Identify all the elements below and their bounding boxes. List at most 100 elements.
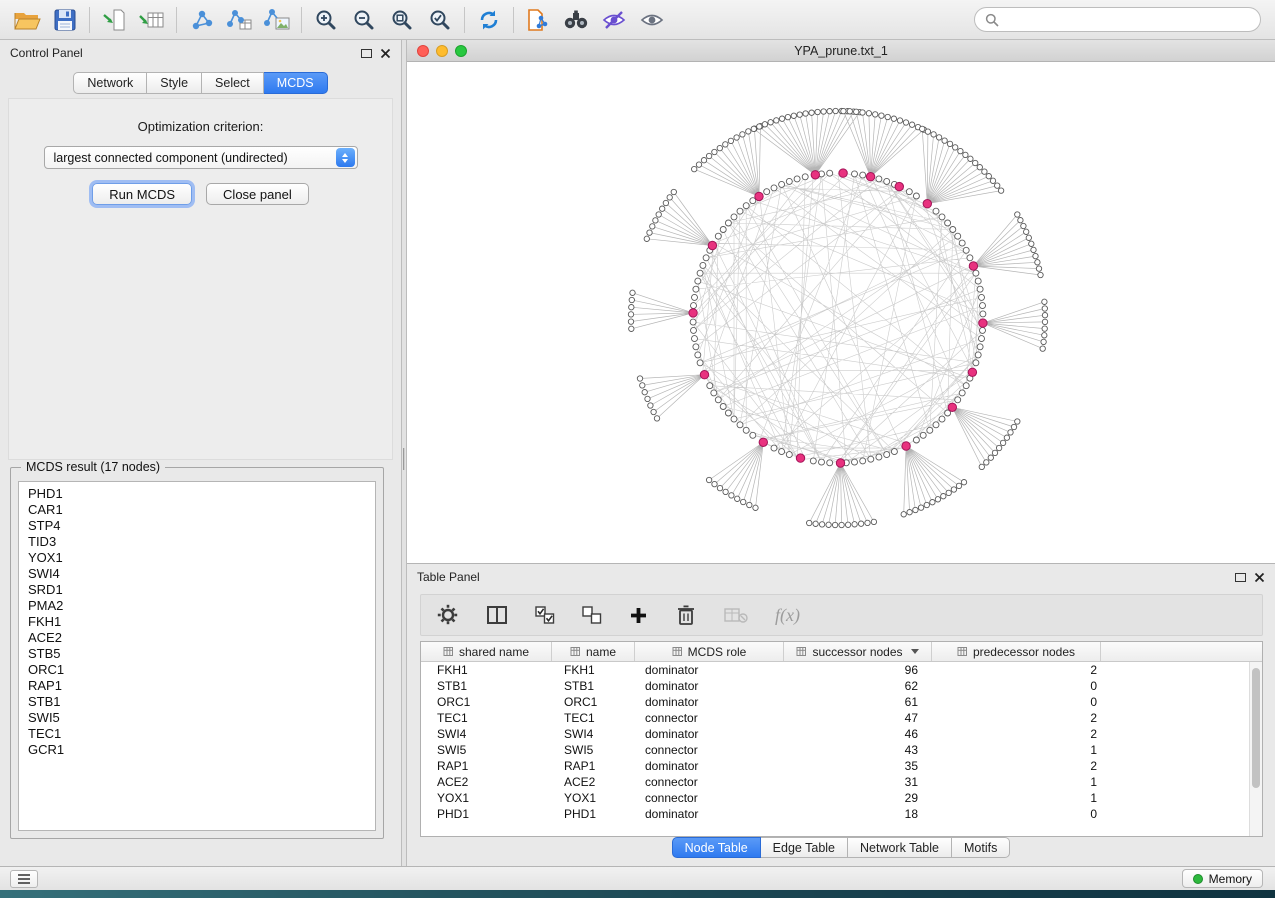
graph-node[interactable]	[746, 129, 751, 134]
table-row[interactable]: ACE2ACE2connector311	[421, 774, 1249, 790]
graph-node[interactable]	[967, 255, 973, 261]
graph-node[interactable]	[764, 189, 770, 195]
graph-node[interactable]	[629, 305, 634, 310]
mcds-result-item[interactable]: TEC1	[19, 726, 375, 742]
mcds-result-item[interactable]: SWI4	[19, 566, 375, 582]
graph-node[interactable]	[692, 166, 697, 171]
graph-node[interactable]	[977, 165, 982, 170]
graph-node[interactable]	[771, 445, 777, 451]
graph-node[interactable]	[1024, 229, 1029, 234]
graph-node[interactable]	[827, 109, 832, 114]
graph-node[interactable]	[961, 480, 966, 485]
graph-node[interactable]	[751, 126, 756, 131]
mcds-result-item[interactable]: CAR1	[19, 502, 375, 518]
graph-node[interactable]	[821, 109, 826, 114]
graph-node[interactable]	[648, 403, 653, 408]
graph-node[interactable]	[693, 286, 699, 292]
graph-node[interactable]	[743, 203, 749, 209]
graph-node[interactable]	[975, 278, 981, 284]
table-row[interactable]: TEC1TEC1connector472	[421, 710, 1249, 726]
graph-node[interactable]	[884, 178, 890, 184]
graph-node[interactable]	[854, 109, 859, 114]
graph-hub-node[interactable]	[836, 459, 844, 467]
add-row-button[interactable]	[629, 606, 648, 625]
graph-node[interactable]	[847, 109, 852, 114]
graph-node[interactable]	[995, 183, 1000, 188]
graph-node[interactable]	[973, 270, 979, 276]
network-from-table-button[interactable]	[220, 4, 258, 36]
graph-node[interactable]	[1042, 313, 1047, 318]
graph-node[interactable]	[979, 336, 985, 342]
column-header-successor-nodes[interactable]: successor nodes	[784, 642, 932, 661]
column-header-name[interactable]: name	[552, 642, 635, 661]
search-box[interactable]	[974, 7, 1261, 32]
tab-network[interactable]: Network	[73, 72, 147, 94]
graph-node[interactable]	[741, 499, 746, 504]
graph-hub-node[interactable]	[839, 169, 847, 177]
graph-node[interactable]	[813, 521, 818, 526]
graph-node[interactable]	[791, 113, 796, 118]
graph-node[interactable]	[865, 520, 870, 525]
show-panel-button[interactable]	[10, 870, 38, 888]
graph-node[interactable]	[977, 286, 983, 292]
graph-node[interactable]	[852, 171, 858, 177]
graph-node[interactable]	[671, 189, 676, 194]
graph-node[interactable]	[956, 483, 961, 488]
graph-node[interactable]	[906, 189, 912, 195]
graph-node[interactable]	[913, 507, 918, 512]
graph-node[interactable]	[935, 497, 940, 502]
graph-node[interactable]	[876, 454, 882, 460]
graph-node[interactable]	[977, 344, 983, 350]
graph-node[interactable]	[839, 522, 844, 527]
graph-node[interactable]	[637, 376, 642, 381]
run-mcds-button[interactable]: Run MCDS	[92, 183, 192, 205]
tab-edge-table[interactable]: Edge Table	[761, 837, 848, 858]
mcds-result-item[interactable]: RAP1	[19, 678, 375, 694]
graph-node[interactable]	[785, 114, 790, 119]
float-panel-icon[interactable]	[1235, 573, 1246, 582]
deselect-all-rows-button[interactable]	[582, 606, 602, 625]
graph-node[interactable]	[968, 156, 973, 161]
graph-node[interactable]	[979, 294, 985, 300]
graph-node[interactable]	[629, 326, 634, 331]
select-all-rows-button[interactable]	[535, 606, 555, 625]
graph-node[interactable]	[945, 220, 951, 226]
tab-motifs[interactable]: Motifs	[952, 837, 1010, 858]
graph-hub-node[interactable]	[902, 442, 910, 450]
graph-node[interactable]	[786, 178, 792, 184]
graph-node[interactable]	[647, 230, 652, 235]
mcds-result-item[interactable]: GCR1	[19, 742, 375, 758]
graph-node[interactable]	[884, 452, 890, 458]
tab-select[interactable]: Select	[202, 72, 264, 94]
search-input[interactable]	[1005, 13, 1250, 27]
graph-node[interactable]	[858, 521, 863, 526]
graph-node[interactable]	[963, 383, 969, 389]
graph-node[interactable]	[860, 110, 865, 115]
graph-node[interactable]	[826, 522, 831, 527]
graph-node[interactable]	[779, 449, 785, 455]
graph-node[interactable]	[1036, 266, 1041, 271]
graph-node[interactable]	[1011, 424, 1016, 429]
splitter-handle[interactable]	[403, 448, 405, 470]
graph-node[interactable]	[913, 193, 919, 199]
graph-node[interactable]	[691, 327, 697, 333]
graph-node[interactable]	[640, 383, 645, 388]
graph-hub-node[interactable]	[759, 438, 767, 446]
graph-node[interactable]	[901, 512, 906, 517]
graph-hub-node[interactable]	[969, 262, 977, 270]
graph-node[interactable]	[667, 195, 672, 200]
network-graph[interactable]	[407, 62, 1275, 563]
graph-node[interactable]	[897, 118, 902, 123]
graph-node[interactable]	[656, 212, 661, 217]
graph-node[interactable]	[930, 500, 935, 505]
graph-node[interactable]	[909, 122, 914, 127]
graph-node[interactable]	[743, 427, 749, 433]
graph-node[interactable]	[717, 485, 722, 490]
graph-node[interactable]	[690, 319, 696, 325]
tab-node-table[interactable]: Node Table	[672, 837, 761, 858]
graph-node[interactable]	[963, 247, 969, 253]
mcds-result-item[interactable]: PMA2	[19, 598, 375, 614]
graph-node[interactable]	[707, 383, 713, 389]
graph-node[interactable]	[753, 505, 758, 510]
table-row[interactable]: ORC1ORC1dominator610	[421, 694, 1249, 710]
